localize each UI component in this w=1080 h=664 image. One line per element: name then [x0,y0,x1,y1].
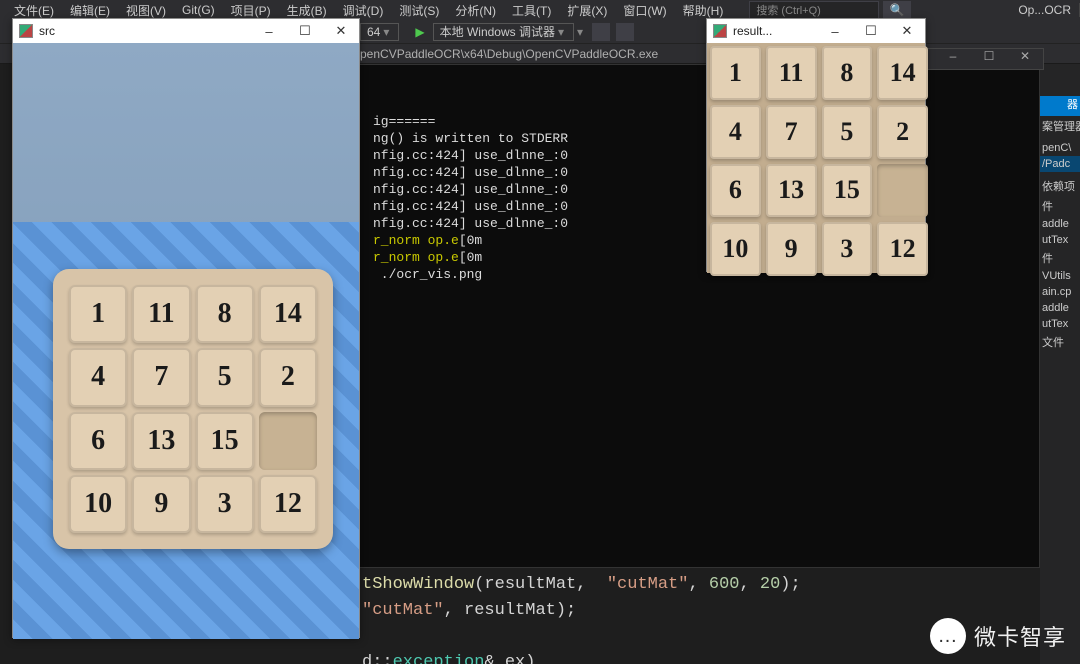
close-button[interactable]: ✕ [1007,49,1043,69]
maximize-button[interactable]: ☐ [971,49,1007,69]
tree-item[interactable]: utTex [1040,232,1080,248]
chevron-down-icon: ▾ [574,25,586,39]
play-icon[interactable]: ▶ [409,25,430,39]
toolbar-icon[interactable] [592,23,610,41]
opencv-icon [19,24,33,38]
tree-item[interactable]: ain.cp [1040,284,1080,300]
puzzle-tile: 5 [196,348,254,406]
puzzle-tile: 10 [710,222,761,276]
puzzle-tile: 15 [196,412,254,470]
puzzle-tile: 3 [196,475,254,533]
menu-help[interactable]: 帮助(H) [675,2,732,19]
puzzle-empty [877,164,928,218]
puzzle-empty [259,412,317,470]
puzzle-tile: 11 [766,46,817,100]
tree-item[interactable]: addle [1040,216,1080,232]
tree-item[interactable]: utTex [1040,316,1080,332]
puzzle-tile: 1 [69,285,127,343]
magnifier-icon: 🔍 [890,3,905,17]
panel-header: 器 [1040,96,1080,116]
puzzle-tile: 13 [766,164,817,218]
puzzle-tile: 7 [766,105,817,159]
puzzle-tile: 9 [132,475,190,533]
window-title: result... [733,24,772,38]
puzzle-tile: 14 [877,46,928,100]
tree-item[interactable]: addle [1040,300,1080,316]
menu-build[interactable]: 生成(B) [279,2,335,19]
puzzle-tile: 9 [766,222,817,276]
puzzle-tile: 12 [259,475,317,533]
puzzle-tile: 8 [196,285,254,343]
menu-tools[interactable]: 工具(T) [504,2,559,19]
menu-test[interactable]: 测试(S) [391,2,447,19]
search-button[interactable]: 🔍 [883,1,911,19]
minimize-button[interactable]: – [935,49,971,69]
puzzle-tile: 4 [710,105,761,159]
minimize-button[interactable]: – [817,24,853,39]
puzzle-tile: 11 [132,285,190,343]
titlebar[interactable]: src – ☐ ✕ [13,19,359,43]
document-tab[interactable]: Op...OCR [1010,3,1080,17]
close-button[interactable]: ✕ [889,23,925,39]
puzzle-tile: 5 [822,105,873,159]
main-menubar: 文件(E) 编辑(E) 视图(V) Git(G) 项目(P) 生成(B) 调试(… [0,0,1080,20]
puzzle-tile: 2 [259,348,317,406]
image-canvas: 1 11 8 14 4 7 5 2 6 13 15 10 9 3 12 [707,43,925,273]
menu-analyze[interactable]: 分析(N) [447,2,504,19]
tree-item[interactable]: 件 [1040,196,1080,216]
puzzle-tile: 6 [710,164,761,218]
tree-item[interactable]: penC\ [1040,140,1080,156]
tree-item[interactable]: 案管理器 [1040,116,1080,136]
menu-git[interactable]: Git(G) [174,3,223,17]
image-window-src[interactable]: src – ☐ ✕ 1 11 8 14 4 7 5 2 6 13 15 [12,18,360,638]
puzzle-tile: 12 [877,222,928,276]
window-title: src [39,24,55,38]
tree-item[interactable]: 文件 [1040,332,1080,352]
maximize-button[interactable]: ☐ [853,23,889,39]
menu-search[interactable]: 搜索 (Ctrl+Q) [749,1,879,19]
minimize-button[interactable]: – [251,24,287,39]
wechat-icon: … [930,618,966,654]
puzzle-tile: 14 [259,285,317,343]
maximize-button[interactable]: ☐ [287,23,323,39]
tree-item-selected[interactable]: /Padc [1040,156,1080,172]
puzzle-tile: 4 [69,348,127,406]
chevron-down-icon: ▾ [555,25,567,39]
menu-edit[interactable]: 编辑(E) [62,2,118,19]
menu-project[interactable]: 项目(P) [223,2,279,19]
puzzle-tile: 13 [132,412,190,470]
image-canvas: 1 11 8 14 4 7 5 2 6 13 15 10 9 3 12 [13,43,359,639]
tree-item[interactable]: 依赖项 [1040,176,1080,196]
puzzle-tile: 8 [822,46,873,100]
image-window-result[interactable]: result... – ☐ ✕ 1 11 8 14 4 7 5 2 6 13 1… [706,18,926,272]
tree-item[interactable]: VUtils [1040,268,1080,284]
toolbar-icon[interactable] [616,23,634,41]
puzzle-tile: 7 [132,348,190,406]
result-puzzle: 1 11 8 14 4 7 5 2 6 13 15 10 9 3 12 [707,43,925,273]
puzzle-tile: 1 [710,46,761,100]
menu-ext[interactable]: 扩展(X) [559,2,615,19]
src-puzzle: 1 11 8 14 4 7 5 2 6 13 15 10 9 3 12 [53,269,333,549]
menu-window[interactable]: 窗口(W) [615,2,674,19]
puzzle-tile: 10 [69,475,127,533]
platform-select[interactable]: 64▾ [360,23,399,41]
puzzle-tile: 2 [877,105,928,159]
puzzle-tile: 6 [69,412,127,470]
solution-explorer[interactable]: 器 案管理器 penC\ /Padc 依赖项 件 addle utTex 件 V… [1040,64,1080,664]
puzzle-tile: 15 [822,164,873,218]
tree-item[interactable]: 件 [1040,248,1080,268]
puzzle-tile: 3 [822,222,873,276]
menu-view[interactable]: 视图(V) [118,2,174,19]
watermark-text: 微卡智享 [974,620,1066,652]
debugger-select[interactable]: 本地 Windows 调试器▾ [433,23,574,41]
chevron-down-icon: ▾ [380,25,392,39]
watermark: … 微卡智享 [930,618,1066,654]
menu-debug[interactable]: 调试(D) [335,2,392,19]
titlebar[interactable]: result... – ☐ ✕ [707,19,925,43]
opencv-icon [713,24,727,38]
background-window-controls: – ☐ ✕ [924,48,1044,70]
menu-file[interactable]: 文件(E) [6,2,62,19]
close-button[interactable]: ✕ [323,23,359,39]
